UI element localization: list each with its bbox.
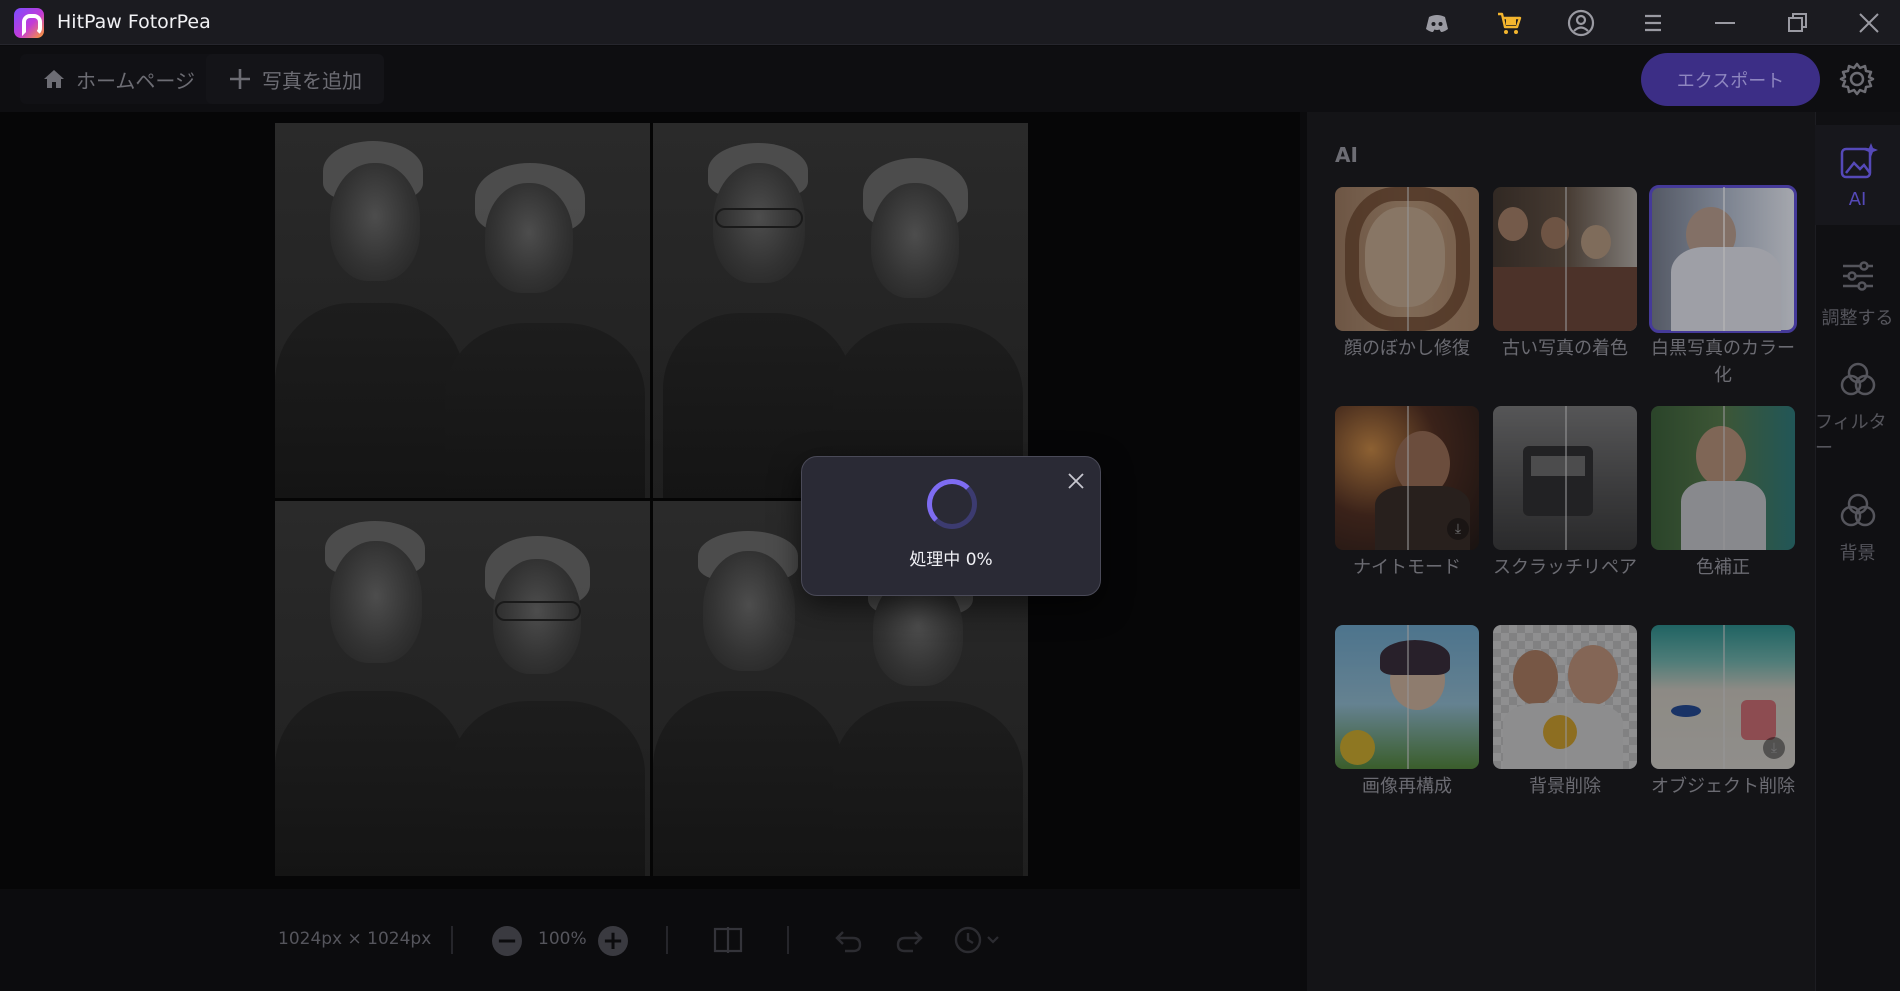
card-label: 画像再構成	[1362, 776, 1452, 797]
sidenav-label: 調整する	[1821, 308, 1894, 329]
ai-card-night-mode[interactable]: ⤓ ナイトモード	[1335, 406, 1479, 581]
card-thumbnail	[1493, 406, 1637, 550]
divider	[666, 926, 668, 954]
minimize-icon[interactable]	[1710, 8, 1740, 38]
card-thumbnail	[1651, 406, 1795, 550]
menu-icon[interactable]	[1638, 8, 1668, 38]
photo-quadrant-bottom-left	[275, 501, 650, 876]
restore-icon[interactable]	[1782, 8, 1812, 38]
title-bar: HitPaw FotorPea	[0, 0, 1900, 45]
ai-image-icon	[1840, 142, 1878, 178]
ai-card-object-remove[interactable]: ⤓ オブジェクト削除	[1651, 625, 1795, 800]
close-icon[interactable]	[1854, 8, 1884, 38]
ai-card-scratch-repair[interactable]: スクラッチリペア	[1493, 406, 1637, 581]
card-label: 色補正	[1696, 557, 1750, 578]
card-label: 白黒写真のカラー化	[1651, 338, 1795, 386]
image-dimensions: 1024px × 1024px	[278, 929, 432, 949]
zoom-level: 100%	[538, 929, 587, 949]
redo-icon[interactable]	[893, 924, 925, 956]
card-thumbnail	[1649, 185, 1797, 333]
add-photo-label: 写真を追加	[262, 68, 362, 93]
sidenav-label: フィルター	[1815, 412, 1887, 459]
undo-icon[interactable]	[833, 924, 865, 956]
processing-status: 処理中 0%	[909, 550, 993, 570]
cart-icon[interactable]	[1494, 8, 1524, 38]
download-icon: ⤓	[1447, 518, 1469, 540]
processing-dialog: 処理中 0%	[801, 456, 1101, 596]
toolbar: ホームページ 写真を追加	[0, 46, 1900, 112]
sidenav-label: 背景	[1839, 543, 1876, 564]
sidenav-item-ai[interactable]: AI	[1815, 125, 1900, 225]
export-button[interactable]: エクスポート	[1641, 53, 1820, 106]
card-label: スクラッチリペア	[1493, 557, 1637, 578]
sidenav-item-adjust[interactable]: 調整する	[1815, 243, 1900, 343]
sidenav-label: AI	[1848, 188, 1867, 210]
filter-icon	[1840, 362, 1875, 396]
settings-icon[interactable]	[1838, 60, 1876, 98]
add-photo-button[interactable]: 写真を追加	[206, 54, 384, 104]
background-icon	[1840, 493, 1875, 527]
home-icon	[44, 70, 64, 88]
card-thumbnail	[1493, 187, 1637, 331]
zoom-out-button[interactable]: −	[492, 926, 522, 956]
divider	[451, 926, 453, 954]
home-button[interactable]: ホームページ	[20, 54, 217, 104]
ai-card-image-reconstruct[interactable]: 画像再構成	[1335, 625, 1479, 800]
card-label: オブジェクト削除	[1651, 776, 1795, 797]
card-label: 古い写真の着色	[1502, 338, 1628, 359]
discord-icon[interactable]	[1422, 8, 1452, 38]
panel-title: AI	[1335, 143, 1358, 167]
bottom-bar	[0, 889, 1300, 991]
photo-quadrant-top-right	[653, 123, 1028, 498]
download-icon: ⤓	[1763, 737, 1785, 759]
ai-card-old-photo-colorize[interactable]: 古い写真の着色	[1493, 187, 1637, 362]
ai-card-background-remove[interactable]: 背景削除	[1493, 625, 1637, 800]
history-icon[interactable]	[952, 924, 1002, 956]
compare-icon[interactable]	[712, 924, 744, 956]
divider	[787, 926, 789, 954]
zoom-in-button[interactable]: +	[598, 926, 628, 956]
photo-quadrant-top-left	[275, 123, 650, 498]
app-logo-icon	[14, 8, 44, 38]
plus-icon	[230, 69, 250, 89]
ai-card-bw-colorize[interactable]: 白黒写真のカラー化	[1649, 185, 1797, 389]
home-button-label: ホームページ	[76, 68, 195, 93]
dialog-close-icon[interactable]	[1066, 471, 1086, 491]
card-label: 顔のぼかし修復	[1344, 338, 1470, 359]
sliders-icon	[1842, 261, 1873, 291]
ai-card-color-correction[interactable]: 色補正	[1651, 406, 1795, 581]
sidenav-item-background[interactable]: 背景	[1815, 478, 1900, 578]
sidenav-item-filter[interactable]: フィルター	[1815, 360, 1900, 460]
card-thumbnail	[1335, 187, 1479, 331]
loading-spinner-icon	[927, 479, 977, 529]
app-title: HitPaw FotorPea	[57, 11, 211, 33]
card-thumbnail	[1335, 625, 1479, 769]
card-thumbnail: ⤓	[1651, 625, 1795, 769]
card-thumbnail	[1493, 625, 1637, 769]
card-label: 背景削除	[1529, 776, 1601, 797]
card-thumbnail: ⤓	[1335, 406, 1479, 550]
ai-card-face-blur-repair[interactable]: 顔のぼかし修復	[1335, 187, 1479, 362]
card-label: ナイトモード	[1353, 557, 1461, 578]
account-icon[interactable]	[1566, 8, 1596, 38]
